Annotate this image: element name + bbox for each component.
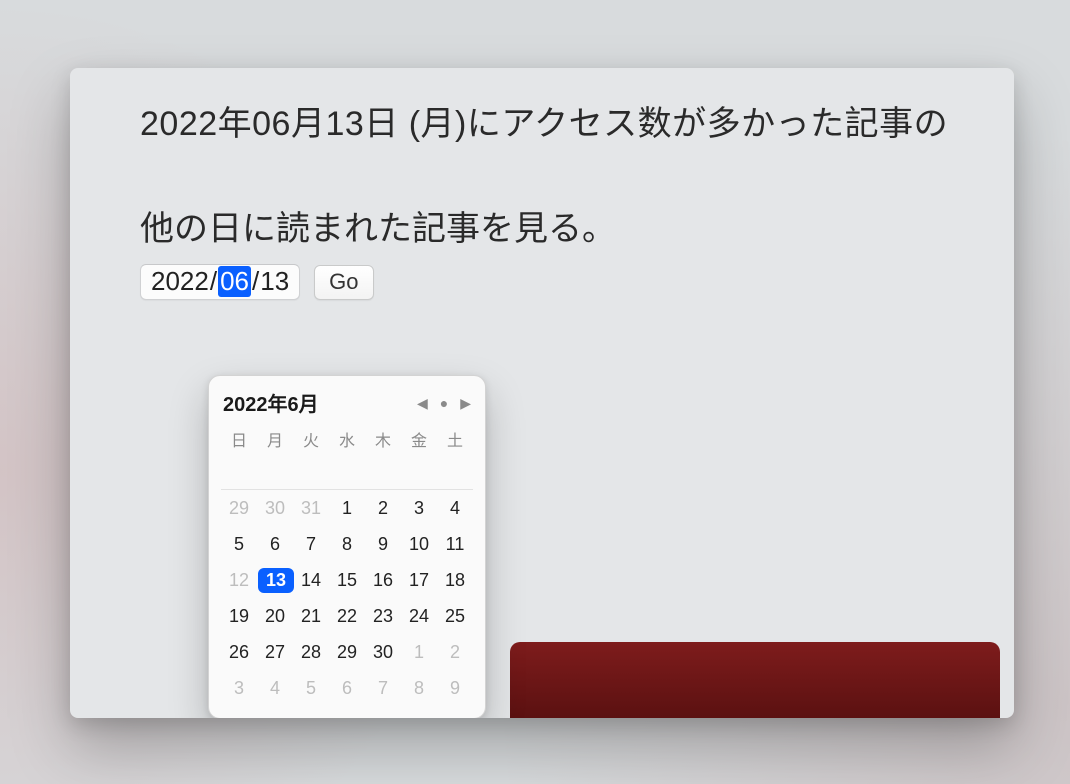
- date-input[interactable]: 2022 / 06 / 13: [140, 264, 300, 300]
- date-month-segment[interactable]: 06: [218, 266, 251, 297]
- weekday-header: 木: [365, 423, 401, 455]
- calendar-day[interactable]: 29: [221, 490, 257, 527]
- page-heading: 2022年06月13日 (月)にアクセス数が多かった記事の: [140, 96, 1014, 145]
- weekday-header: 月: [257, 423, 293, 455]
- calendar-day[interactable]: 26: [221, 634, 257, 670]
- calendar-day[interactable]: 3: [401, 490, 437, 527]
- calendar-day[interactable]: 10: [401, 526, 437, 562]
- date-controls: 2022 / 06 / 13 Go: [140, 264, 1014, 300]
- today-dot-icon[interactable]: ●: [440, 396, 448, 410]
- calendar-day[interactable]: 13: [257, 562, 293, 598]
- calendar-day[interactable]: 16: [365, 562, 401, 598]
- date-separator: /: [209, 266, 218, 297]
- date-separator: /: [251, 266, 260, 297]
- bottom-banner: [510, 642, 1000, 718]
- calendar-day[interactable]: 8: [401, 670, 437, 706]
- prev-month-icon[interactable]: ◀: [417, 396, 428, 410]
- calendar-row: 12131415161718: [221, 562, 473, 598]
- page-subline: 他の日に読まれた記事を見る。: [140, 201, 1014, 250]
- date-picker-grid: 日月火水木金土 29303112345678910111213141516171…: [221, 423, 473, 706]
- calendar-day[interactable]: 28: [293, 634, 329, 670]
- calendar-day[interactable]: 29: [329, 634, 365, 670]
- date-year-segment[interactable]: 2022: [151, 266, 209, 297]
- calendar-day[interactable]: 1: [401, 634, 437, 670]
- calendar-day[interactable]: 7: [293, 526, 329, 562]
- weekday-header: 日: [221, 423, 257, 455]
- date-day-segment[interactable]: 13: [260, 266, 289, 297]
- calendar-day[interactable]: 5: [293, 670, 329, 706]
- date-picker-title: 2022年6月: [223, 388, 319, 417]
- calendar-day[interactable]: 1: [329, 490, 365, 527]
- calendar-day[interactable]: 7: [365, 670, 401, 706]
- calendar-day[interactable]: 23: [365, 598, 401, 634]
- calendar-day[interactable]: 5: [221, 526, 257, 562]
- calendar-row: 567891011: [221, 526, 473, 562]
- calendar-day[interactable]: 14: [293, 562, 329, 598]
- weekday-header-row: 日月火水木金土: [221, 423, 473, 455]
- weekday-header: 火: [293, 423, 329, 455]
- calendar-row: 19202122232425: [221, 598, 473, 634]
- calendar-day[interactable]: 11: [437, 526, 473, 562]
- calendar-day[interactable]: 21: [293, 598, 329, 634]
- date-picker-popover: 2022年6月 ◀ ● ▶ 日月火水木金土 293031123456789101…: [208, 375, 486, 718]
- calendar-day[interactable]: 17: [401, 562, 437, 598]
- next-month-icon[interactable]: ▶: [460, 396, 471, 410]
- weekday-header: 水: [329, 423, 365, 455]
- calendar-day[interactable]: 6: [257, 526, 293, 562]
- calendar-day[interactable]: 30: [365, 634, 401, 670]
- calendar-day[interactable]: 25: [437, 598, 473, 634]
- calendar-day[interactable]: 4: [437, 490, 473, 527]
- browser-content-window: カーへの公平な支払い 2022年06月13日 (月)にアクセス数が多かった記事の…: [70, 68, 1014, 718]
- calendar-day[interactable]: 15: [329, 562, 365, 598]
- calendar-day[interactable]: 20: [257, 598, 293, 634]
- calendar-day[interactable]: 30: [257, 490, 293, 527]
- calendar-day[interactable]: 12: [221, 562, 257, 598]
- go-button[interactable]: Go: [314, 265, 373, 300]
- calendar-day[interactable]: 24: [401, 598, 437, 634]
- calendar-day[interactable]: 8: [329, 526, 365, 562]
- calendar-row: 2930311234: [221, 490, 473, 527]
- weekday-header: 土: [437, 423, 473, 455]
- date-picker-nav: ◀ ● ▶: [417, 396, 471, 410]
- calendar-day[interactable]: 22: [329, 598, 365, 634]
- calendar-day[interactable]: 2: [437, 634, 473, 670]
- page-content: 2022年06月13日 (月)にアクセス数が多かった記事の 他の日に読まれた記事…: [140, 96, 1014, 300]
- calendar-day[interactable]: 3: [221, 670, 257, 706]
- calendar-day[interactable]: 27: [257, 634, 293, 670]
- calendar-day[interactable]: 4: [257, 670, 293, 706]
- calendar-day[interactable]: 18: [437, 562, 473, 598]
- calendar-row: 3456789: [221, 670, 473, 706]
- calendar-day[interactable]: 31: [293, 490, 329, 527]
- calendar-day[interactable]: 6: [329, 670, 365, 706]
- calendar-day[interactable]: 9: [365, 526, 401, 562]
- calendar-row: 262728293012: [221, 634, 473, 670]
- date-picker-header: 2022年6月 ◀ ● ▶: [221, 386, 473, 423]
- calendar-day[interactable]: 19: [221, 598, 257, 634]
- calendar-day[interactable]: 2: [365, 490, 401, 527]
- calendar-day[interactable]: 9: [437, 670, 473, 706]
- weekday-header: 金: [401, 423, 437, 455]
